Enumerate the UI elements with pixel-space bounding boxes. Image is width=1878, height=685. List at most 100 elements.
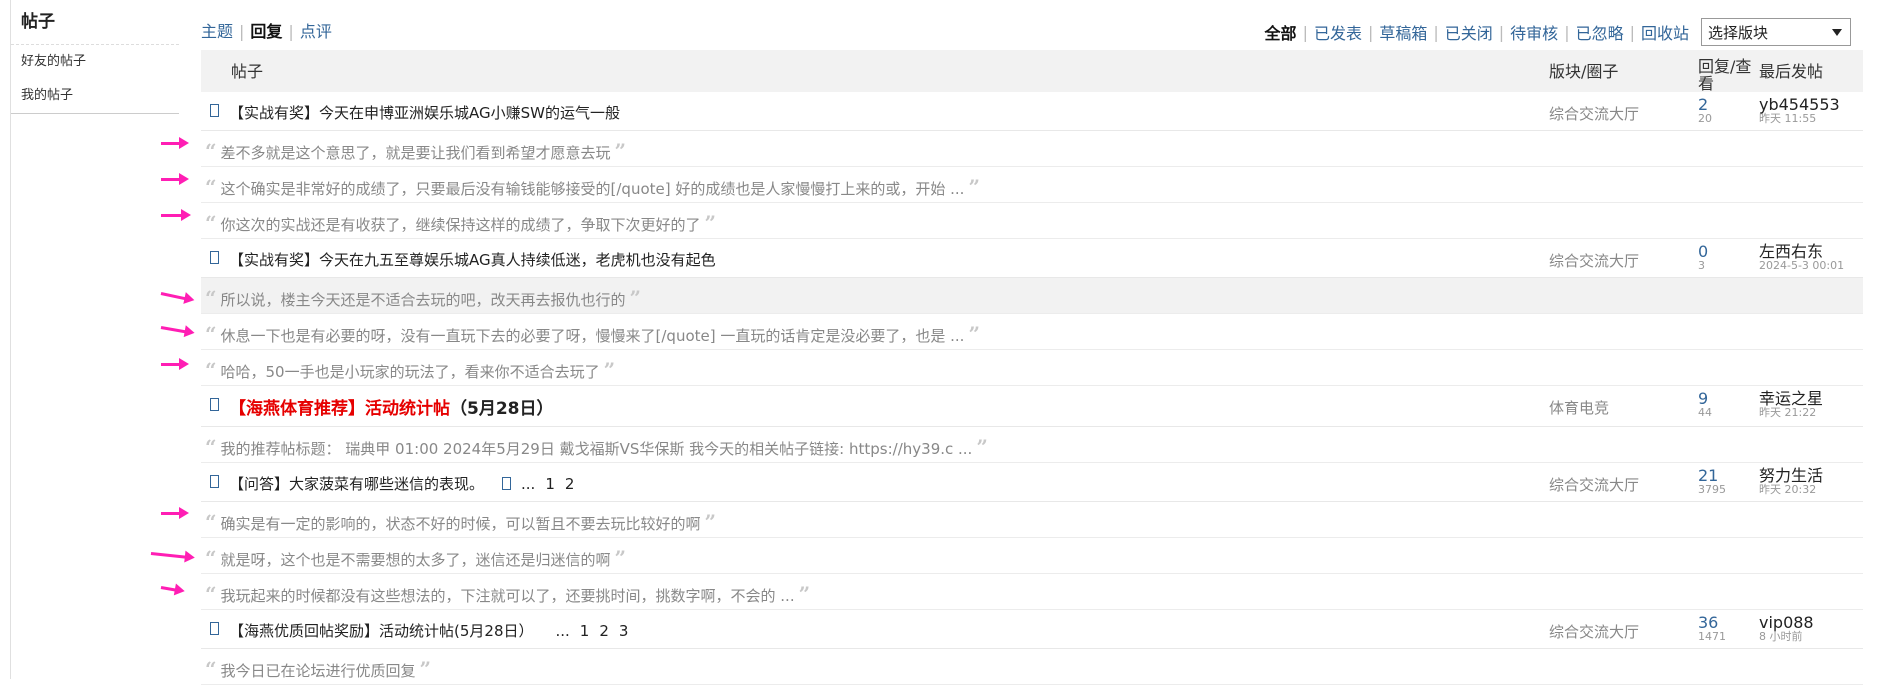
thread-forum[interactable]: 综合交流大厅	[1549, 621, 1639, 642]
forum-select-value: 选择版块	[1708, 24, 1769, 42]
thread-forum[interactable]: 综合交流大厅	[1549, 103, 1639, 124]
thread-title-wrap: 【问答】大家菠菜有哪些迷信的表现。... 1 2	[229, 473, 574, 494]
reply-count[interactable]: 0	[1698, 243, 1708, 260]
tab-separator: |	[1302, 22, 1308, 42]
tab-all[interactable]: 全部	[1265, 20, 1297, 44]
thread-forum[interactable]: 综合交流大厅	[1549, 250, 1639, 271]
thread-title-wrap: 【海燕优质回帖奖励】活动统计帖(5月28日）... 1 2 3	[229, 620, 628, 641]
table-row: 【实战有奖】今天在申博亚洲娱乐城AG小赚SW的运气一般 综合交流大厅 2 20 …	[201, 92, 1863, 131]
page-ellipsis: ...	[555, 622, 570, 640]
table-row: 【海燕优质回帖奖励】活动统计帖(5月28日）... 1 2 3 综合交流大厅 36 1…	[201, 610, 1863, 649]
quote-open-icon: “	[205, 546, 217, 570]
reply-quote-text: 我玩起来的时候都没有这些想法的，下注就可以了，还要挑时间，挑数字啊，不会的 ..…	[220, 587, 795, 605]
sidebar-item-my-posts[interactable]: 我的帖子	[11, 79, 179, 114]
reply-quote[interactable]: “我的推荐帖标题： 瑞典甲 01:00 2024年5月29日 戴戈福斯VS华保斯…	[205, 435, 988, 459]
page-ellipsis: ...	[521, 475, 536, 493]
reply-quote[interactable]: “休息一下也是有必要的呀，没有一直玩下去的必要了呀，慢慢来了[/quote] 一…	[205, 322, 980, 346]
quote-open-icon: “	[205, 435, 217, 459]
reply-quote-row: “我今日已在论坛进行优质回复”	[201, 649, 1863, 685]
tab-separator: |	[1564, 22, 1570, 42]
tab-comments[interactable]: 点评	[300, 22, 332, 41]
last-author[interactable]: 努力生活	[1759, 467, 1823, 484]
thread-title[interactable]: 【实战有奖】今天在申博亚洲娱乐城AG小赚SW的运气一般	[229, 102, 620, 123]
table-row: 【实战有奖】今天在九五至尊娱乐城AG真人持续低迷，老虎机也没有起色 综合交流大厅…	[201, 239, 1863, 278]
reply-count[interactable]: 21	[1698, 467, 1726, 484]
table-row: 【海燕体育推荐】活动统计帖（5月28日） 体育电竞 9 44 幸运之星 昨天 2…	[201, 386, 1863, 427]
tab-recycle-bin[interactable]: 回收站	[1641, 20, 1689, 44]
view-count: 1471	[1698, 630, 1726, 643]
page-link-2[interactable]: 2	[565, 475, 575, 493]
tab-published[interactable]: 已发表	[1314, 20, 1362, 44]
quote-open-icon: “	[205, 322, 217, 346]
tab-threads[interactable]: 主题	[201, 22, 233, 41]
reply-quote[interactable]: “哈哈，50一手也是小玩家的玩法了，看来你不适合去玩了”	[205, 358, 615, 382]
view-count: 44	[1698, 406, 1712, 419]
reply-count[interactable]: 36	[1698, 614, 1726, 631]
reply-quote-row: “休息一下也是有必要的呀，没有一直玩下去的必要了呀，慢慢来了[/quote] 一…	[160, 314, 1863, 350]
page-link-1[interactable]: 1	[580, 622, 590, 640]
tab-separator: |	[239, 22, 245, 41]
thread-last-post: 努力生活 昨天 20:32	[1759, 467, 1823, 496]
reply-quote[interactable]: “就是呀，这个也是不需要想的太多了，迷信还是归迷信的啊”	[205, 546, 626, 570]
thread-forum[interactable]: 体育电竞	[1549, 397, 1609, 418]
thread-title[interactable]: 【海燕优质回帖奖励】活动统计帖(5月28日）	[229, 622, 533, 640]
last-time: 昨天 20:32	[1759, 483, 1817, 496]
quote-open-icon: “	[205, 211, 217, 235]
page-link-2[interactable]: 2	[599, 622, 609, 640]
reply-quote[interactable]: “差不多就是这个意思了，就是要让我们看到希望才愿意去玩”	[205, 139, 626, 163]
reply-quote-text: 我今日已在论坛进行优质回复	[220, 662, 416, 680]
thread-counts: 0 3	[1698, 243, 1708, 272]
reply-quote[interactable]: “这个确实是非常好的成绩了，只要最后没有输钱能够接受的[/quote] 好的成绩…	[205, 175, 980, 199]
thread-icon	[210, 398, 219, 411]
quote-close-icon: ”	[704, 510, 717, 534]
tab-drafts[interactable]: 草稿箱	[1379, 20, 1427, 44]
reply-quote-row: “这个确实是非常好的成绩了，只要最后没有输钱能够接受的[/quote] 好的成绩…	[161, 167, 1863, 203]
thread-last-post: 幸运之星 昨天 21:22	[1759, 390, 1823, 419]
page-link-1[interactable]: 1	[545, 475, 555, 493]
quote-open-icon: “	[205, 657, 217, 681]
reply-count[interactable]: 2	[1698, 96, 1712, 113]
tab-ignored[interactable]: 已忽略	[1576, 20, 1624, 44]
sidebar-item-friends-posts[interactable]: 好友的帖子	[11, 45, 179, 79]
status-tabs: 全部 | 已发表 | 草稿箱 | 已关闭 | 待审核 | 已忽略 | 回收站 选择版块	[1265, 18, 1851, 46]
reply-quote[interactable]: “我玩起来的时候都没有这些想法的，下注就可以了，还要挑时间，挑数字啊，不会的 .…	[205, 582, 810, 606]
thread-forum[interactable]: 综合交流大厅	[1549, 474, 1639, 495]
thread-title[interactable]: 【实战有奖】今天在九五至尊娱乐城AG真人持续低迷，老虎机也没有起色	[229, 249, 716, 270]
thread-counts: 2 20	[1698, 96, 1712, 125]
quote-close-icon: ”	[968, 322, 980, 346]
tab-pending[interactable]: 待审核	[1510, 20, 1558, 44]
reply-quote[interactable]: “所以说，楼主今天还是不适合去玩的吧，改天再去报仇也行的”	[205, 286, 641, 310]
last-author[interactable]: vip088	[1759, 614, 1814, 631]
thread-icon	[210, 104, 219, 117]
reply-quote-text: 差不多就是这个意思了，就是要让我们看到希望才愿意去玩	[220, 144, 611, 162]
tab-replies[interactable]: 回复	[250, 22, 282, 41]
thread-icon	[210, 475, 219, 488]
view-count: 3	[1698, 259, 1705, 272]
last-author[interactable]: 左西右东	[1759, 243, 1844, 260]
reply-quote[interactable]: “你这次的实战还是有收获了，继续保持这样的成绩了，争取下次更好的了”	[205, 211, 716, 235]
thread-pages: ... 1 2	[496, 475, 574, 493]
reply-quote-text: 确实是有一定的影响的，状态不好的时候，可以暂且不要去玩比较好的啊	[220, 515, 701, 533]
last-author[interactable]: 幸运之星	[1759, 390, 1823, 407]
thread-last-post: yb454553 昨天 11:55	[1759, 96, 1840, 125]
tab-closed[interactable]: 已关闭	[1445, 20, 1493, 44]
thread-title[interactable]: 【问答】大家菠菜有哪些迷信的表现。	[229, 475, 484, 493]
reply-count[interactable]: 9	[1698, 390, 1712, 407]
annotation-arrow	[161, 173, 189, 185]
reply-quote[interactable]: “确实是有一定的影响的，状态不好的时候，可以暂且不要去玩比较好的啊”	[205, 510, 716, 534]
reply-quote-row: “哈哈，50一手也是小玩家的玩法了，看来你不适合去玩了”	[161, 350, 1863, 386]
annotation-arrow	[161, 137, 189, 149]
table-header: 帖子 版块/圈子 回复/查看 最后发帖	[201, 50, 1863, 92]
reply-quote[interactable]: “我今日已在论坛进行优质回复”	[205, 657, 431, 681]
last-author[interactable]: yb454553	[1759, 96, 1840, 113]
header-post: 帖子	[231, 62, 264, 81]
thread-title[interactable]: 【海燕体育推荐】活动统计帖（5月28日）	[229, 394, 554, 419]
last-time: 昨天 11:55	[1759, 112, 1817, 125]
quote-open-icon: “	[205, 175, 217, 199]
thread-counts: 21 3795	[1698, 467, 1726, 496]
quote-open-icon: “	[205, 286, 217, 310]
forum-select[interactable]: 选择版块	[1701, 18, 1851, 46]
thread-last-post: 左西右东 2024-5-3 00:01	[1759, 243, 1844, 272]
multipage-icon	[502, 477, 512, 490]
page-link-3[interactable]: 3	[619, 622, 629, 640]
